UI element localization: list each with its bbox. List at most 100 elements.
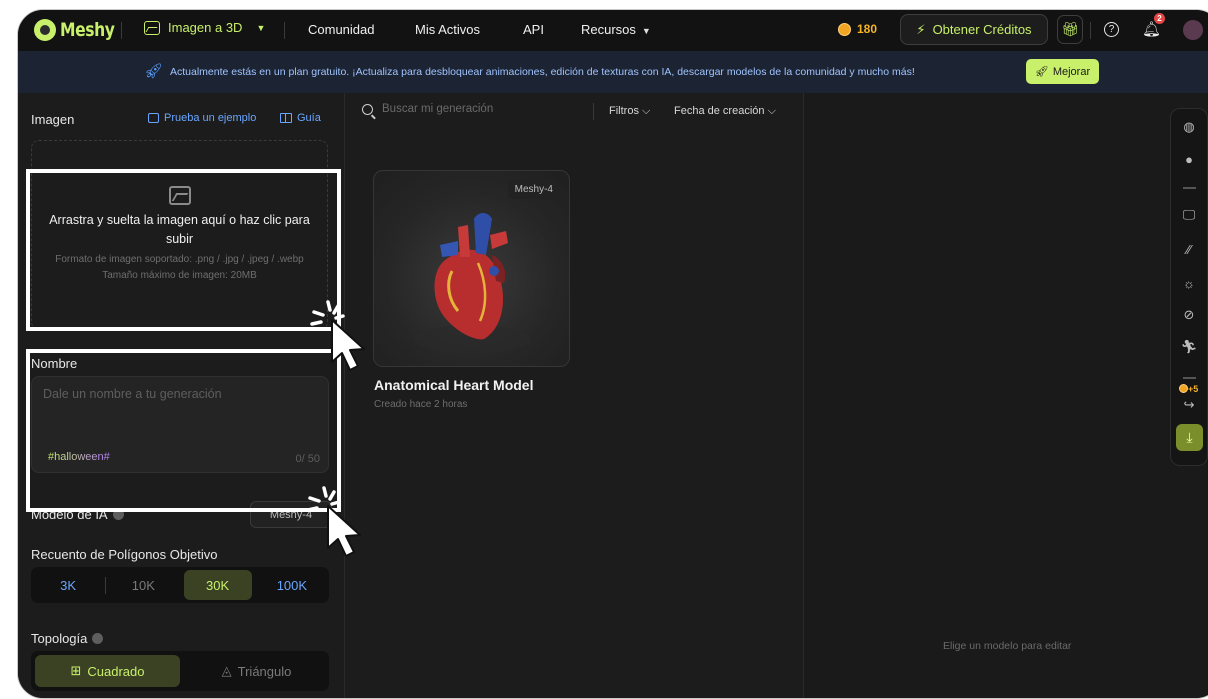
card-title: Anatomical Heart Model [374, 377, 534, 393]
polycount-option-30k[interactable]: 30K [183, 570, 252, 600]
generations-panel: Filtros ⌵ Fecha de creación ⌵ Meshy-4 An… [345, 93, 804, 698]
info-icon[interactable] [92, 633, 104, 644]
grid-icon: ⊞ [70, 663, 82, 678]
wireframe-icon[interactable]: ⁄⁄ [1181, 241, 1197, 257]
resources-label: Recursos [581, 22, 636, 37]
generation-panel: Imagen Prueba un ejemplo Guía Arrastra y… [18, 93, 345, 698]
divider [593, 103, 594, 120]
mode-label: Imagen a 3D [168, 20, 243, 35]
gift-icon[interactable]: 🎁︎ [1057, 15, 1083, 44]
chevron-down-icon: ⌵ [642, 105, 651, 117]
name-field-container: #halloween# 0/ 50 [31, 376, 329, 473]
dropzone-size-limit: Tamaño máximo de imagen: 20MB [102, 270, 257, 281]
hashtag-suggestion[interactable]: #halloween# [48, 451, 110, 463]
try-example-label: Prueba un ejemplo [164, 112, 257, 124]
divider [284, 22, 285, 39]
ai-model-label: Modelo de IA [31, 507, 124, 522]
nav-link-api[interactable]: API [523, 22, 544, 37]
help-icon[interactable]: ? [1104, 22, 1119, 37]
viewer-panel: Elige un modelo para editar [804, 93, 1208, 698]
guide-link[interactable]: Guía [280, 112, 321, 124]
coin-icon [1179, 384, 1188, 393]
viewer-toolbar: ◍ ● 🖵︎ ⁄⁄ ☼ ⊘ 🏃︎ ↪ ⤓ [1170, 108, 1208, 466]
avatar[interactable] [1183, 20, 1203, 40]
sort-label: Fecha de creación [674, 105, 765, 117]
char-counter: 0/ 50 [295, 453, 320, 465]
filters-dropdown[interactable]: Filtros ⌵ [609, 105, 650, 118]
ai-model-select[interactable]: Meshy-4 [250, 501, 332, 528]
logo-text: Meshy [60, 19, 115, 41]
topology-triangle-label: Triángulo [237, 663, 292, 679]
mode-selector[interactable]: Imagen a 3D ▼ [144, 20, 265, 35]
animation-run-icon[interactable]: 🏃︎ [1181, 339, 1198, 355]
divider [1090, 22, 1091, 39]
share-icon[interactable]: ↪ [1181, 397, 1197, 413]
app-window: Meshy Imagen a 3D ▼ Comunidad Mis Activo… [17, 9, 1208, 699]
generation-card[interactable]: Meshy-4 [373, 170, 570, 367]
lightning-icon: ⚡ [916, 21, 926, 37]
meshy-logo-icon [34, 19, 56, 41]
name-label: Nombre [31, 356, 78, 371]
nav-link-community[interactable]: Comunidad [308, 22, 375, 37]
coin-icon [838, 22, 851, 36]
card-timestamp: Creado hace 2 horas [374, 399, 468, 410]
image-dropzone[interactable]: Arrastra y suelta la imagen aquí o haz c… [31, 140, 328, 330]
credit-cost: +5 [1188, 384, 1199, 394]
clay-sphere-icon[interactable]: ● [1181, 151, 1197, 167]
texture-edit-icon[interactable]: ⊘ [1181, 307, 1197, 323]
upgrade-banner: 🚀︎ Actualmente estás en un plan gratuito… [18, 51, 1208, 93]
upgrade-button[interactable]: 🚀︎ Mejorar [1026, 59, 1099, 84]
image-section-title: Imagen [31, 112, 75, 127]
polycount-option-10k[interactable]: 10K [109, 570, 177, 600]
polycount-option-100k[interactable]: 100K [258, 570, 326, 600]
guide-label: Guía [297, 112, 321, 124]
polycount-option-3k[interactable]: 3K [34, 570, 102, 600]
topology-option-triangle[interactable]: ◬ Triángulo [184, 651, 329, 691]
triangle-mesh-icon: ◬ [221, 663, 232, 678]
chevron-down-icon: ▼ [641, 26, 651, 36]
credit-cost-badge: +5 [1179, 384, 1198, 394]
info-icon[interactable] [112, 509, 124, 520]
credit-balance[interactable]: 180 [838, 22, 877, 36]
dropzone-instruction: Arrastra y suelta la imagen aquí o haz c… [49, 213, 310, 246]
divider [1183, 187, 1196, 189]
get-credits-button[interactable]: ⚡ Obtener Créditos [900, 14, 1048, 45]
name-input[interactable] [43, 387, 313, 401]
topology-option-quad[interactable]: ⊞ Cuadrado [35, 655, 180, 687]
sort-dropdown[interactable]: Fecha de creación ⌵ [674, 105, 776, 118]
topology-selector: ⊞ Cuadrado ◬ Triángulo [31, 651, 329, 691]
ai-model-label-text: Modelo de IA [31, 507, 108, 522]
model-badge: Meshy-4 [507, 180, 560, 199]
rocket-icon: 🚀︎ [1034, 66, 1049, 78]
divider [121, 22, 122, 39]
image-icon [148, 113, 159, 123]
texture-sphere-icon[interactable]: ◍ [1181, 119, 1197, 135]
monitor-icon[interactable]: 🖵︎ [1181, 207, 1197, 223]
divider [105, 576, 107, 594]
nav-link-my-assets[interactable]: Mis Activos [415, 22, 480, 37]
banner-text: Actualmente estás en un plan gratuito. ¡… [170, 66, 915, 78]
polycount-label: Recuento de Polígonos Objetivo [31, 547, 218, 562]
search-input[interactable] [382, 103, 582, 115]
search-icon [362, 103, 373, 115]
logo[interactable]: Meshy [34, 19, 127, 41]
light-icon[interactable]: ☼ [1181, 275, 1197, 291]
nav-link-resources[interactable]: Recursos ▼ [581, 22, 651, 37]
topology-quad-label: Cuadrado [87, 663, 145, 679]
book-icon [280, 113, 292, 123]
search-bar [362, 103, 582, 115]
filters-label: Filtros [609, 105, 639, 117]
get-credits-label: Obtener Créditos [932, 22, 1032, 37]
heart-model-thumbnail [412, 213, 532, 353]
topology-label: Topología [31, 631, 104, 646]
try-example-link[interactable]: Prueba un ejemplo [148, 112, 256, 124]
topology-label-text: Topología [31, 631, 88, 646]
rocket-icon: 🚀︎ [144, 63, 164, 80]
top-nav: Meshy Imagen a 3D ▼ Comunidad Mis Activo… [18, 10, 1208, 51]
download-icon[interactable]: ⤓ [1176, 424, 1203, 451]
chevron-down-icon: ⌵ [767, 105, 776, 117]
dropzone-formats: Formato de imagen soportado: .png / .jpg… [55, 254, 304, 265]
upgrade-label: Mejorar [1052, 65, 1091, 78]
image-icon [144, 20, 160, 35]
notification-badge: 2 [1154, 13, 1165, 24]
